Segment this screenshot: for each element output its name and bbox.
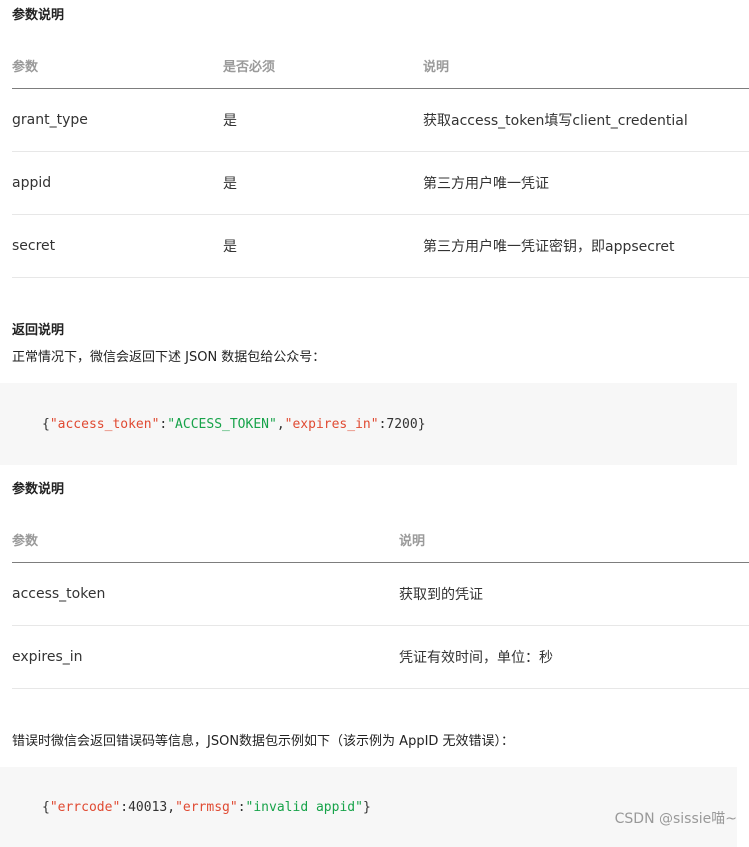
- code-key: "errmsg": [175, 799, 238, 815]
- code-colon: :: [237, 799, 246, 815]
- table-row: secret 是 第三方用户唯一凭证密钥，即appsecret: [12, 214, 749, 278]
- code-brace: }: [362, 799, 371, 815]
- code-line: {"access_token":"ACCESS_TOKEN","expires_…: [42, 417, 426, 432]
- cell-param: appid: [12, 151, 223, 215]
- cell-desc: 凭证有效时间，单位：秒: [399, 625, 749, 689]
- code-brace: {: [42, 799, 50, 815]
- code-colon: :: [120, 799, 129, 815]
- code-number: 40013: [128, 799, 168, 815]
- code-brace: {: [42, 416, 50, 432]
- cell-required: 是: [223, 214, 423, 278]
- code-line: {"errcode":40013,"errmsg":"invalid appid…: [42, 800, 371, 815]
- cell-required: 是: [223, 88, 423, 152]
- code-comma: ,: [276, 416, 285, 432]
- code-block-success: {"access_token":"ACCESS_TOKEN","expires_…: [0, 383, 737, 465]
- cell-required: 是: [223, 151, 423, 215]
- code-string: "invalid appid": [245, 799, 363, 815]
- cell-desc: 获取到的凭证: [399, 562, 749, 626]
- table-row: access_token 获取到的凭证: [12, 562, 749, 626]
- code-number: 7200: [386, 416, 418, 432]
- response-params-table: 参数 说明 access_token 获取到的凭证 expires_in 凭证有…: [12, 517, 749, 689]
- cell-desc: 获取access_token填写client_credential: [423, 88, 749, 152]
- cell-desc: 第三方用户唯一凭证: [423, 151, 749, 215]
- params-table: 参数 是否必须 说明 grant_type 是 获取access_token填写…: [12, 43, 749, 278]
- code-brace: }: [417, 416, 426, 432]
- code-key: "errcode": [49, 799, 121, 815]
- table-row: appid 是 第三方用户唯一凭证: [12, 151, 749, 215]
- table-header-row: 参数 是否必须 说明: [12, 43, 749, 89]
- cell-param: secret: [12, 214, 223, 278]
- cell-desc: 第三方用户唯一凭证密钥，即appsecret: [423, 214, 749, 278]
- header-required: 是否必须: [223, 43, 423, 89]
- header-param: 参数: [12, 517, 399, 563]
- header-param: 参数: [12, 43, 223, 89]
- section-title-params-2: 参数说明: [12, 482, 65, 497]
- cell-param: grant_type: [12, 88, 223, 152]
- doc-content: 参数说明 参数 是否必须 说明 grant_type 是 获取access_to…: [0, 0, 749, 847]
- table-row: grant_type 是 获取access_token填写client_cred…: [12, 88, 749, 152]
- return-description: 正常情况下，微信会返回下述 JSON 数据包给公众号：: [12, 350, 326, 365]
- header-desc: 说明: [399, 517, 749, 563]
- code-block-error: {"errcode":40013,"errmsg":"invalid appid…: [0, 767, 737, 847]
- cell-param: expires_in: [12, 625, 399, 689]
- code-key: "expires_in": [284, 416, 379, 432]
- code-comma: ,: [167, 799, 176, 815]
- code-string: "ACCESS_TOKEN": [167, 416, 277, 432]
- table-header-row: 参数 说明: [12, 517, 749, 563]
- table-row: expires_in 凭证有效时间，单位：秒: [12, 625, 749, 689]
- header-desc: 说明: [423, 43, 749, 89]
- error-description: 错误时微信会返回错误码等信息，JSON数据包示例如下（该示例为 AppID 无效…: [12, 734, 515, 749]
- section-title-return: 返回说明: [12, 323, 65, 338]
- cell-param: access_token: [12, 562, 399, 626]
- section-title-params: 参数说明: [12, 8, 65, 23]
- watermark: CSDN @sissie喵~: [614, 811, 737, 827]
- code-key: "access_token": [49, 416, 160, 432]
